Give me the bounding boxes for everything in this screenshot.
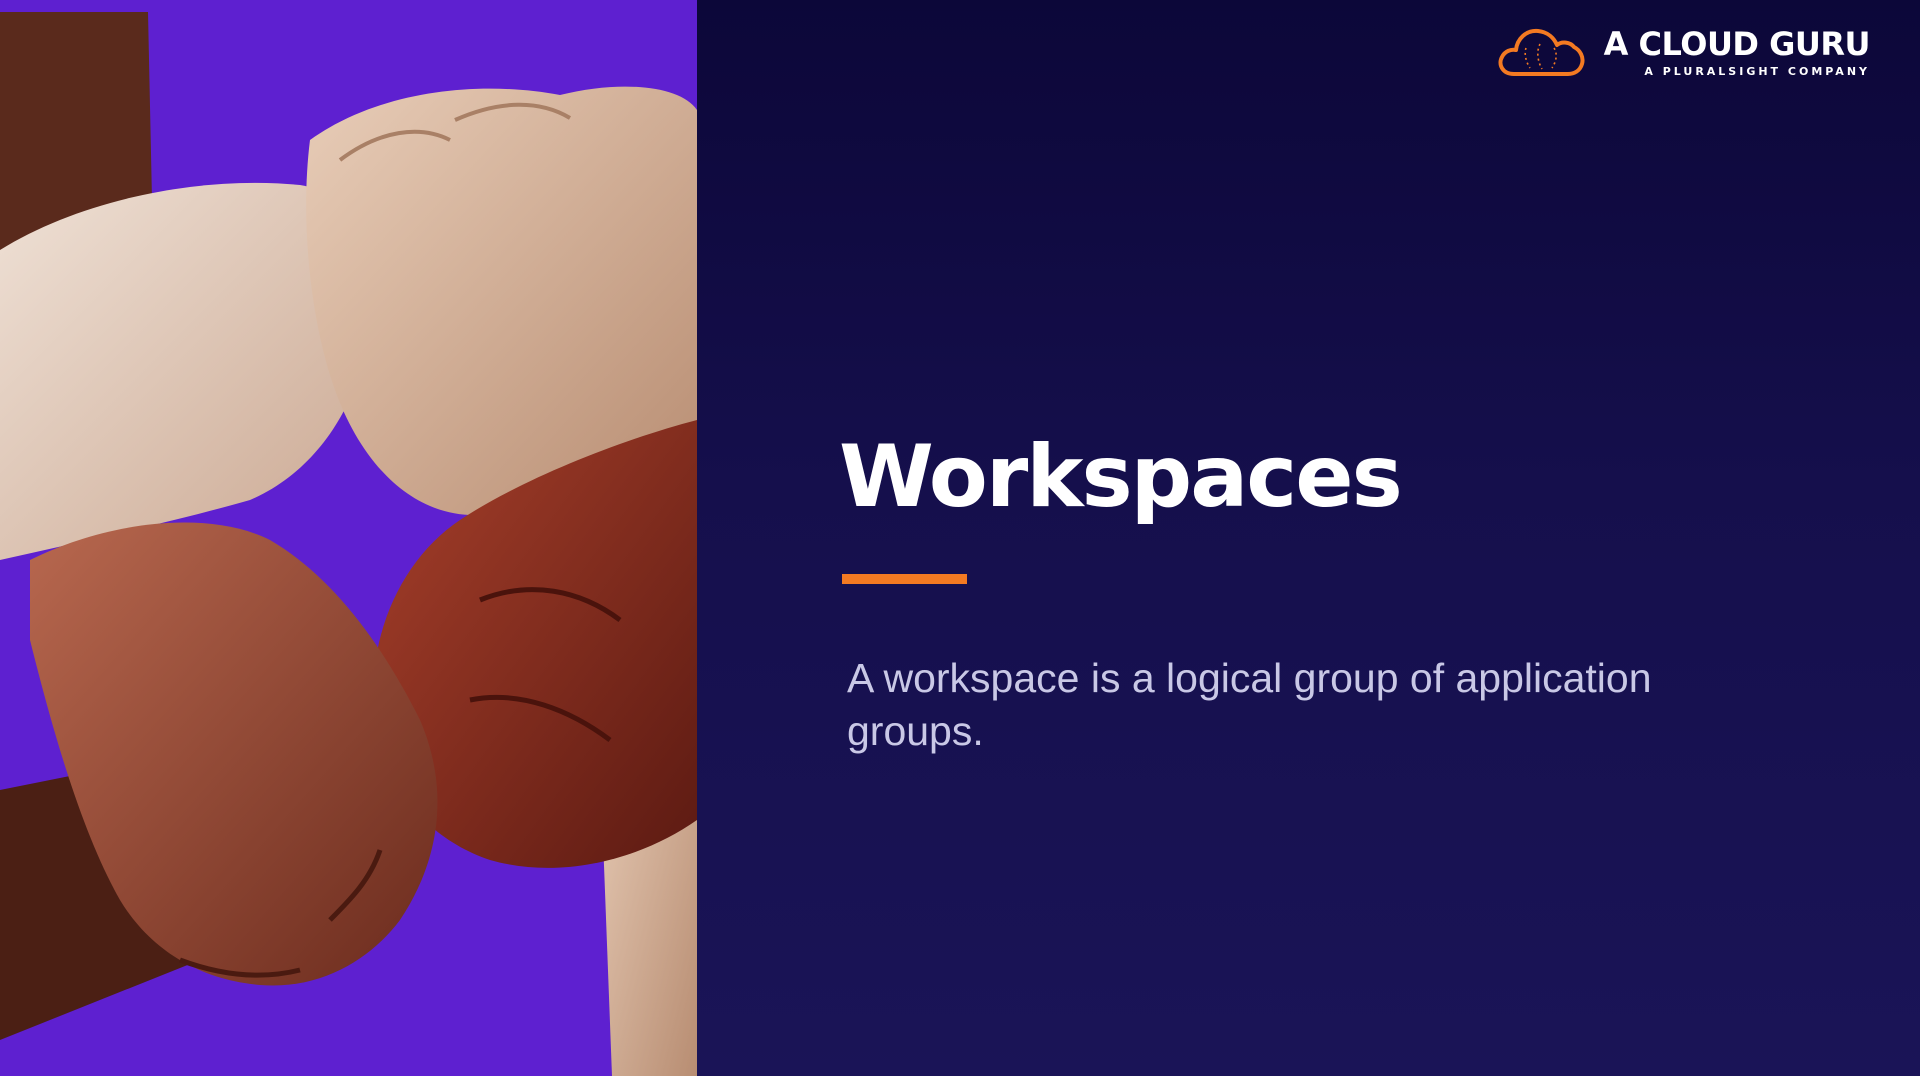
content-panel: A CLOUD GURU A PLURALSIGHT COMPANY Works… [697,0,1920,1076]
slide-title: Workspaces [839,427,1403,527]
hands-photo [0,0,697,1076]
brand-logo: A CLOUD GURU A PLURALSIGHT COMPANY [1496,24,1871,80]
slide-description: A workspace is a logical group of applic… [847,655,1652,754]
interlocking-hands-illustration [0,12,697,1076]
brand-name: A CLOUD GURU [1603,24,1871,63]
brand-tagline: A PLURALSIGHT COMPANY [1644,64,1870,78]
cloud-logo-icon [1498,28,1585,76]
slide: A CLOUD GURU A PLURALSIGHT COMPANY Works… [0,0,1920,1076]
title-underline [842,574,967,584]
